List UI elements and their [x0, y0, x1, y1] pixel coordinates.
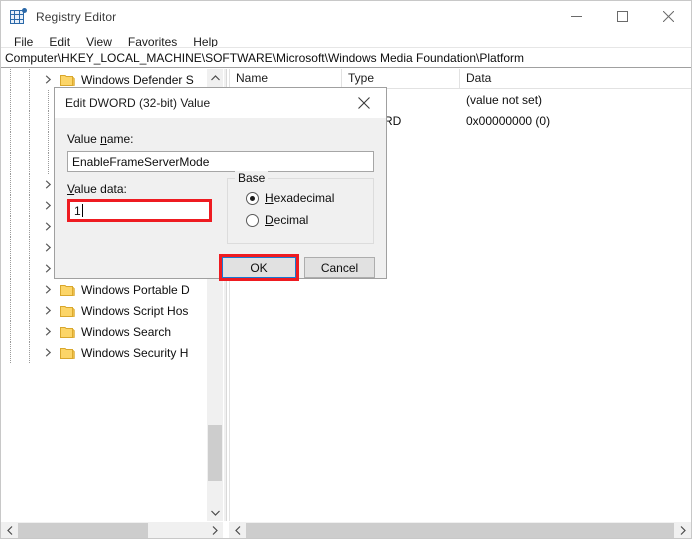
base-group: Base Hexadecimal Decimal [227, 171, 374, 244]
edit-dword-dialog: Edit DWORD (32-bit) Value Value name: En… [54, 87, 387, 281]
folder-icon [58, 342, 76, 363]
value-name-text: EnableFrameServerMode [72, 154, 210, 169]
radio-decimal[interactable]: Decimal [246, 213, 308, 227]
tree-item-label: Windows Portable D [81, 282, 190, 297]
base-group-title: Base [235, 171, 269, 185]
tree-expand-icon[interactable] [39, 321, 58, 342]
ok-button-label: OK [250, 260, 268, 275]
list-header: Name Type Data [230, 69, 691, 89]
value-data-input[interactable]: 1 [69, 201, 210, 220]
value-name-input[interactable]: EnableFrameServerMode [67, 151, 374, 172]
radio-decimal-label: Decimal [265, 213, 309, 227]
dialog-title-bar: Edit DWORD (32-bit) Value [55, 88, 386, 118]
title-bar: Registry Editor [1, 1, 691, 32]
close-button[interactable] [645, 1, 691, 32]
folder-icon [58, 279, 76, 300]
column-header-name[interactable]: Name [230, 69, 342, 89]
tree-expand-icon[interactable] [39, 279, 58, 300]
list-horizontal-scrollbar[interactable] [229, 522, 691, 538]
tree-item-windows-security-h[interactable]: Windows Security H [1, 342, 207, 363]
scroll-left-arrow[interactable] [1, 522, 18, 538]
maximize-button[interactable] [599, 1, 645, 32]
scroll-right-arrow[interactable] [206, 522, 223, 538]
window-title: Registry Editor [36, 9, 117, 24]
scroll-thumb[interactable] [18, 523, 148, 538]
radio-hexadecimal[interactable]: Hexadecimal [246, 191, 334, 205]
registry-editor-window: Registry Editor File Edit View Favorites… [0, 0, 692, 539]
tree-item-label: Windows Defender S [81, 72, 194, 87]
scroll-left-arrow[interactable] [229, 522, 246, 538]
tree-item-windows-script-hos[interactable]: Windows Script Hos [1, 300, 207, 321]
dialog-title: Edit DWORD (32-bit) Value [65, 96, 211, 110]
tree-item-label: Windows Script Hos [81, 303, 189, 318]
text-caret [81, 204, 83, 217]
tree-horizontal-scrollbar[interactable] [1, 522, 223, 538]
scroll-thumb[interactable] [208, 425, 222, 481]
folder-icon [58, 321, 76, 342]
dialog-body: Value name: EnableFrameServerMode Value … [55, 118, 386, 281]
registry-path: Computer\HKEY_LOCAL_MACHINE\SOFTWARE\Mic… [5, 50, 525, 65]
column-header-data[interactable]: Data [460, 69, 690, 89]
minimize-button[interactable] [553, 1, 599, 32]
scroll-down-arrow[interactable] [207, 504, 223, 521]
radio-decimal-indicator [246, 213, 259, 227]
radio-hexadecimal-label: Hexadecimal [265, 191, 335, 205]
column-header-type[interactable]: Type [342, 69, 460, 89]
tree-item-label: Windows Security H [81, 345, 189, 360]
value-data-cell: (value not set) [466, 92, 543, 107]
tree-expand-icon[interactable] [39, 342, 58, 363]
value-data-label: Value data: [67, 182, 127, 196]
value-name-label: Value name: [67, 132, 134, 146]
scroll-right-arrow[interactable] [674, 522, 691, 538]
scroll-up-arrow[interactable] [207, 69, 223, 86]
dialog-close-button[interactable] [342, 88, 386, 118]
folder-icon [58, 300, 76, 321]
scroll-track[interactable] [246, 522, 674, 538]
value-data-text: 1 [74, 203, 81, 218]
address-bar[interactable]: Computer\HKEY_LOCAL_MACHINE\SOFTWARE\Mic… [1, 47, 691, 68]
scroll-track[interactable] [18, 522, 206, 538]
tree-expand-icon[interactable] [39, 300, 58, 321]
radio-hexadecimal-indicator [246, 191, 259, 205]
scroll-thumb[interactable] [246, 523, 674, 538]
cancel-button[interactable]: Cancel [304, 257, 375, 278]
tree-item-windows-search[interactable]: Windows Search [1, 321, 207, 342]
value-data-cell: 0x00000000 (0) [466, 113, 551, 128]
registry-editor-icon [10, 8, 27, 25]
window-controls [553, 1, 691, 32]
cancel-button-label: Cancel [320, 260, 359, 275]
tree-item-windows-portable-d[interactable]: Windows Portable D [1, 279, 207, 300]
tree-item-label: Windows Search [81, 324, 172, 339]
ok-button[interactable]: OK [221, 256, 297, 279]
